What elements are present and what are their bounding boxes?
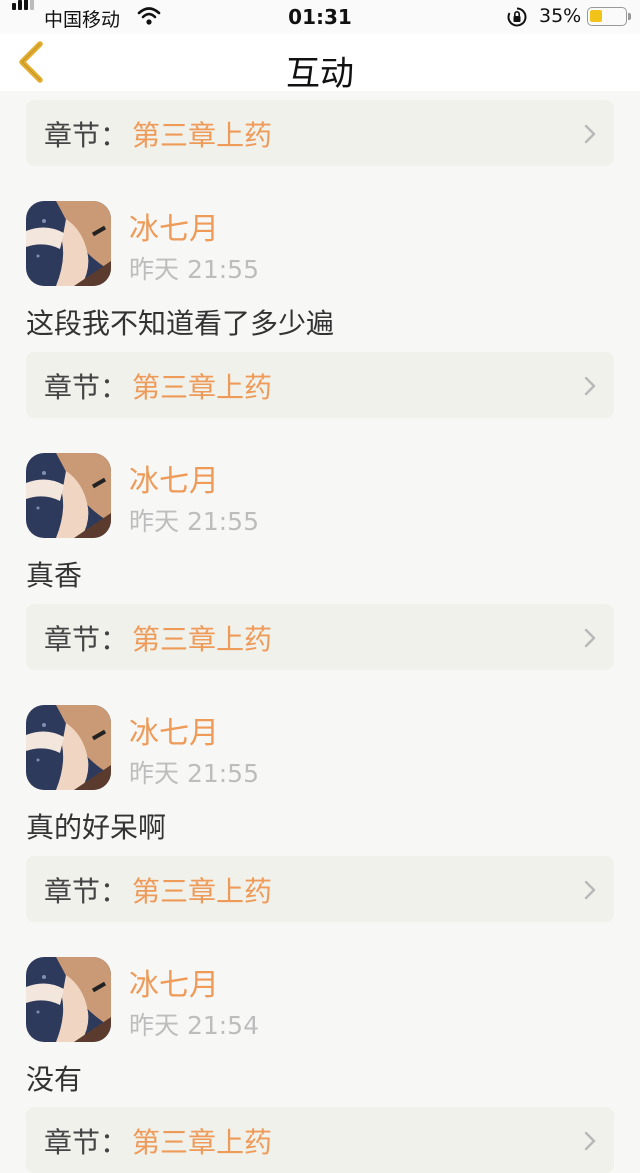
comment-time: 昨天 21:54 — [129, 1011, 259, 1040]
comment-username[interactable]: 冰七月 — [129, 960, 219, 1004]
chevron-right-icon — [584, 1131, 596, 1151]
avatar[interactable] — [26, 201, 111, 286]
chapter-link[interactable]: 章节： 第三章上药 — [26, 352, 614, 418]
comment-time: 昨天 21:55 — [129, 507, 259, 536]
chapter-label: 章节： — [44, 1126, 129, 1159]
chapter-label: 章节： — [44, 875, 129, 908]
avatar[interactable] — [26, 957, 111, 1042]
avatar[interactable] — [26, 453, 111, 538]
avatar-image — [26, 453, 111, 538]
chevron-right-icon — [584, 880, 596, 900]
chevron-right-icon — [584, 124, 596, 144]
avatar[interactable] — [26, 705, 111, 790]
chapter-link[interactable]: 章节： 第三章上药 — [26, 604, 614, 670]
battery-percent: 35% — [539, 5, 582, 27]
chapter-label: 章节： — [44, 371, 129, 404]
chapter-name: 第三章上药 — [132, 1126, 273, 1159]
rotation-lock-icon — [507, 7, 527, 27]
comment-time: 昨天 21:55 — [129, 255, 259, 284]
chapter-link[interactable]: 章节： 第三章上药 — [26, 1107, 614, 1173]
chapter-link[interactable]: 章节： 第三章上药 — [26, 856, 614, 922]
chapter-name: 第三章上药 — [132, 119, 273, 152]
avatar-image — [26, 705, 111, 790]
avatar-image — [26, 201, 111, 286]
chapter-label: 章节： — [44, 623, 129, 656]
comment-time: 昨天 21:55 — [129, 759, 259, 788]
chevron-right-icon — [584, 376, 596, 396]
chapter-name: 第三章上药 — [132, 371, 273, 404]
comment-username[interactable]: 冰七月 — [129, 708, 219, 752]
nav-bar: 互动 — [0, 34, 640, 94]
page-title: 互动 — [286, 54, 354, 94]
chapter-label: 章节： — [44, 119, 129, 152]
chapter-name: 第三章上药 — [132, 875, 273, 908]
chevron-right-icon — [584, 628, 596, 648]
avatar-image — [26, 957, 111, 1042]
comment-text: 真的好呆啊 — [26, 811, 167, 844]
comment-text: 这段我不知道看了多少遍 — [26, 307, 335, 340]
comment-username[interactable]: 冰七月 — [129, 204, 219, 248]
battery-icon — [587, 7, 631, 26]
chapter-link[interactable]: 章节： 第三章上药 — [26, 100, 614, 166]
status-bar: 中国移动 01:31 35% — [0, 0, 640, 34]
comment-username[interactable]: 冰七月 — [129, 456, 219, 500]
comment-text: 没有 — [26, 1063, 83, 1096]
chapter-name: 第三章上药 — [132, 623, 273, 656]
comment-text: 真香 — [26, 559, 83, 592]
